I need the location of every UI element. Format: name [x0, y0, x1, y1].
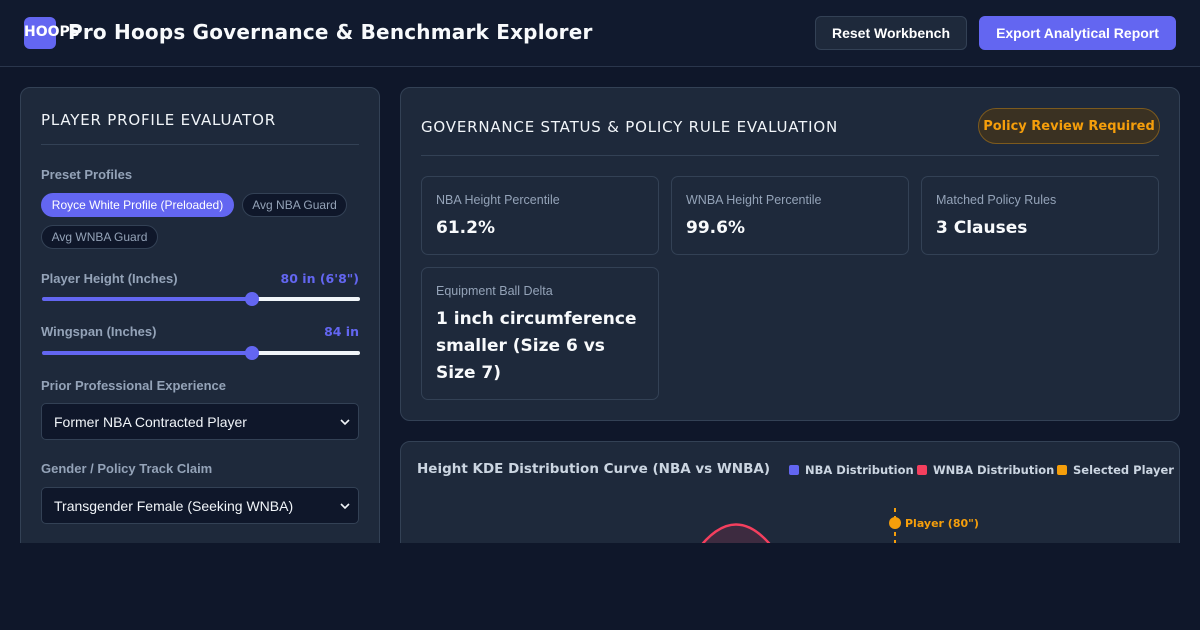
- wingspan-slider[interactable]: [42, 346, 360, 360]
- gender-policy-selected: Transgender Female (Seeking WNBA): [54, 497, 294, 514]
- preset-chip-royce-white[interactable]: Royce White Profile (Preloaded): [41, 193, 234, 217]
- height-slider-thumb[interactable]: [245, 292, 259, 306]
- divider: [41, 144, 359, 145]
- wingspan-slider-track: [252, 351, 360, 355]
- player-marker-dot: [889, 517, 901, 529]
- height-label: Player Height (Inches): [41, 271, 178, 286]
- metric-card-ball-delta: Equipment Ball Delta 1 inch circumferenc…: [421, 267, 659, 400]
- wingspan-slider-fill: [42, 351, 252, 355]
- wingspan-value: 84 in: [324, 324, 359, 339]
- panel-title: PLAYER PROFILE EVALUATOR: [41, 111, 276, 129]
- metric-label: NBA Height Percentile: [436, 193, 560, 207]
- chevron-down-icon: [340, 503, 350, 510]
- reset-workbench-button[interactable]: Reset Workbench: [815, 16, 967, 50]
- wingspan-label: Wingspan (Inches): [41, 324, 157, 339]
- metric-card-matched-rules: Matched Policy Rules 3 Clauses: [921, 176, 1159, 255]
- metric-label: WNBA Height Percentile: [686, 193, 822, 207]
- app-header: HOOPS Pro Hoops Governance & Benchmark E…: [0, 0, 1200, 67]
- metric-label: Equipment Ball Delta: [436, 284, 553, 298]
- metric-label: Matched Policy Rules: [936, 193, 1057, 207]
- page-bottom-background: [0, 543, 1200, 630]
- height-slider[interactable]: [42, 292, 360, 306]
- height-value: 80 in (6'8"): [280, 271, 359, 286]
- metric-card-wnba-percentile: WNBA Height Percentile 99.6%: [671, 176, 909, 255]
- height-slider-track: [252, 297, 360, 301]
- metric-value: 61.2%: [436, 218, 495, 238]
- experience-select[interactable]: Former NBA Contracted Player: [41, 403, 359, 440]
- metric-value: 99.6%: [686, 218, 745, 238]
- governance-status-panel: GOVERNANCE STATUS & POLICY RULE EVALUATI…: [400, 87, 1180, 421]
- export-report-button[interactable]: Export Analytical Report: [979, 16, 1176, 50]
- wingspan-slider-thumb[interactable]: [245, 346, 259, 360]
- status-badge: Policy Review Required: [978, 108, 1160, 144]
- preset-profiles-label: Preset Profiles: [41, 167, 133, 182]
- experience-selected: Former NBA Contracted Player: [54, 413, 247, 430]
- chevron-down-icon: [340, 419, 350, 426]
- divider: [421, 155, 1159, 156]
- height-slider-fill: [42, 297, 252, 301]
- app-logo: HOOPS: [24, 17, 80, 49]
- preset-chip-avg-wnba-guard[interactable]: Avg WNBA Guard: [41, 225, 158, 249]
- player-profile-evaluator-panel: PLAYER PROFILE EVALUATOR Preset Profiles…: [20, 87, 380, 567]
- experience-label: Prior Professional Experience: [41, 378, 226, 393]
- governance-title: GOVERNANCE STATUS & POLICY RULE EVALUATI…: [421, 118, 838, 136]
- app-title: Pro Hoops Governance & Benchmark Explore…: [68, 20, 593, 44]
- gender-policy-select[interactable]: Transgender Female (Seeking WNBA): [41, 487, 359, 524]
- preset-chip-avg-nba-guard[interactable]: Avg NBA Guard: [242, 193, 347, 217]
- metric-value: 1 inch circumference smaller (Size 6 vs …: [436, 309, 637, 383]
- metric-card-nba-percentile: NBA Height Percentile 61.2%: [421, 176, 659, 255]
- metric-value: 3 Clauses: [936, 218, 1028, 238]
- player-marker-label: Player (80"): [905, 517, 979, 530]
- gender-policy-label: Gender / Policy Track Claim: [41, 461, 213, 476]
